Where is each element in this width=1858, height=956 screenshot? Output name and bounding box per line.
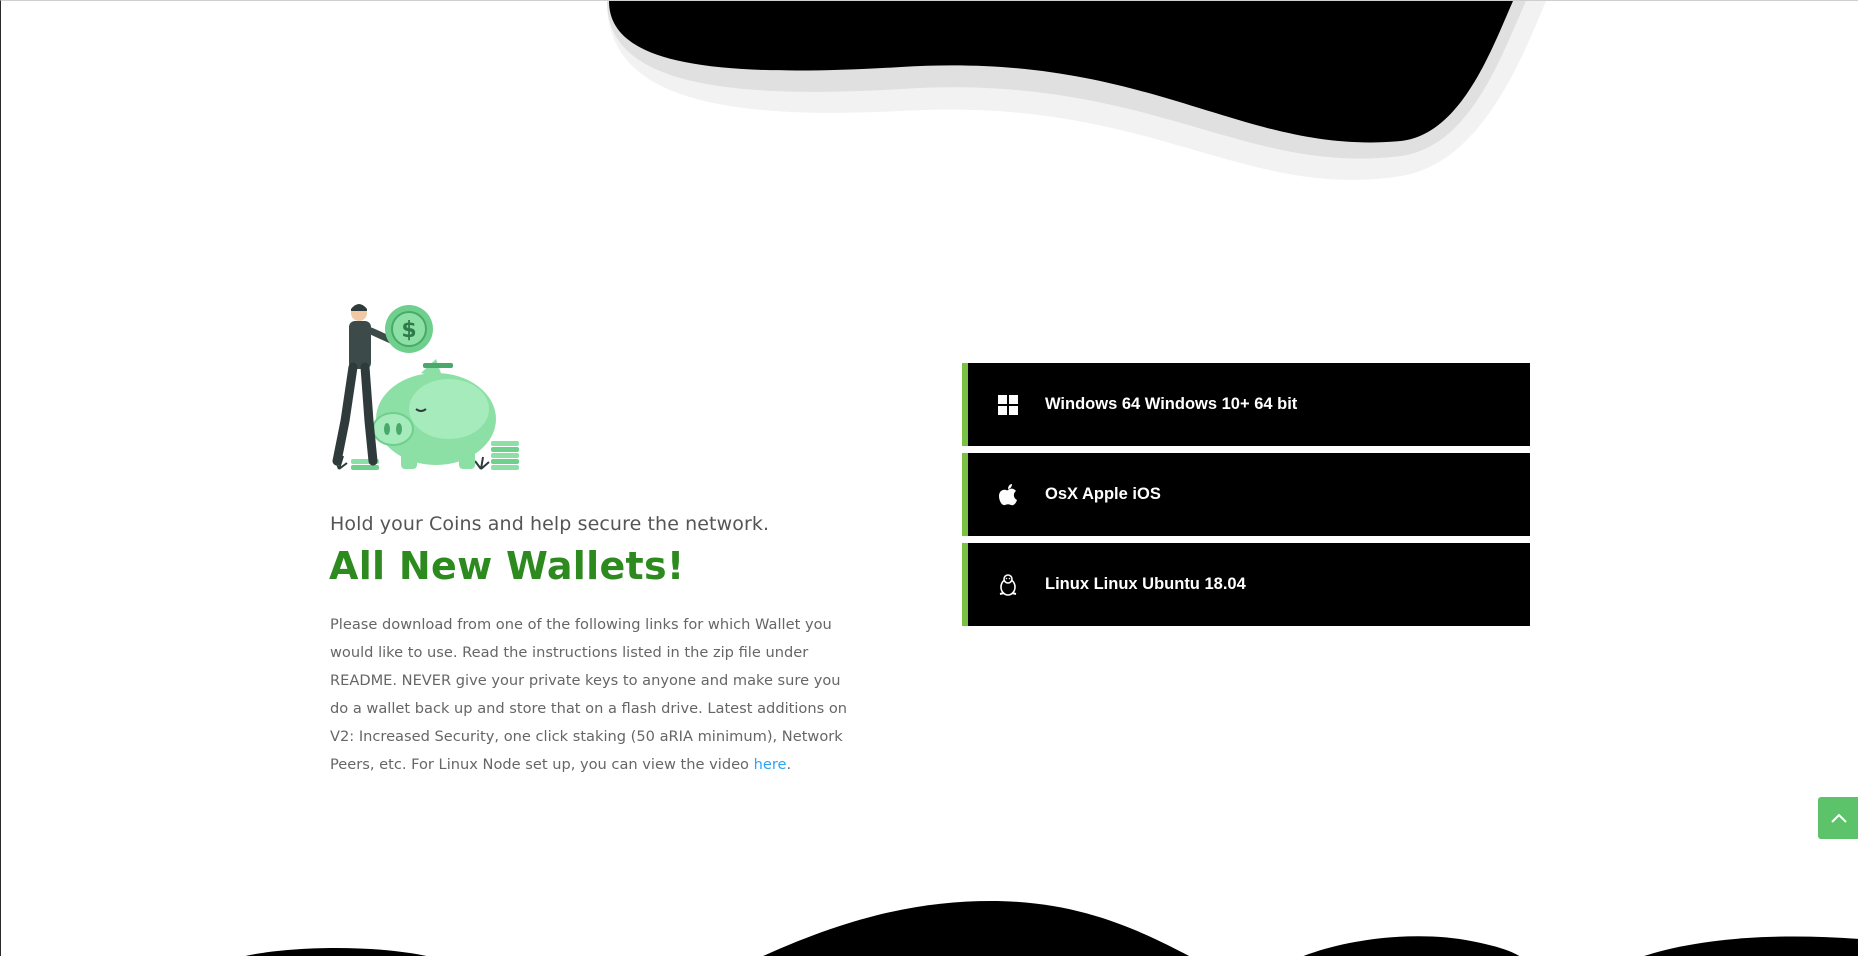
bottom-wave-decoration bbox=[245, 901, 1858, 956]
intro-kicker: Hold your Coins and help secure the netw… bbox=[330, 513, 770, 535]
back-to-top-button[interactable] bbox=[1818, 797, 1858, 839]
download-list: Windows 64 Windows 10+ 64 bit OsX Apple … bbox=[962, 363, 1530, 633]
download-linux-button[interactable]: Linux Linux Ubuntu 18.04 bbox=[962, 543, 1530, 626]
top-wave-decoration bbox=[607, 1, 1546, 180]
download-osx-label: OsX Apple iOS bbox=[1045, 485, 1161, 503]
intro-paragraph: Please download from one of the followin… bbox=[330, 611, 860, 779]
download-osx-button[interactable]: OsX Apple iOS bbox=[962, 453, 1530, 536]
page: $ Hold your Coins and help secure the ne… bbox=[0, 0, 1858, 956]
download-windows-label: Windows 64 Windows 10+ 64 bit bbox=[1045, 395, 1298, 413]
section-heading: All New Wallets! bbox=[329, 544, 685, 588]
download-windows-button[interactable]: Windows 64 Windows 10+ 64 bit bbox=[962, 363, 1530, 446]
intro-trailing-text: . bbox=[786, 756, 792, 773]
windows-icon bbox=[996, 393, 1020, 417]
intro-body-text: Please download from one of the followin… bbox=[330, 616, 848, 773]
chevron-up-icon bbox=[1831, 813, 1847, 823]
video-link[interactable]: here bbox=[754, 756, 787, 773]
linux-icon bbox=[996, 573, 1020, 597]
download-linux-label: Linux Linux Ubuntu 18.04 bbox=[1045, 575, 1246, 593]
apple-icon bbox=[996, 483, 1020, 507]
piggy-bank-illustration: $ bbox=[332, 304, 519, 470]
svg-text:$: $ bbox=[401, 318, 416, 343]
